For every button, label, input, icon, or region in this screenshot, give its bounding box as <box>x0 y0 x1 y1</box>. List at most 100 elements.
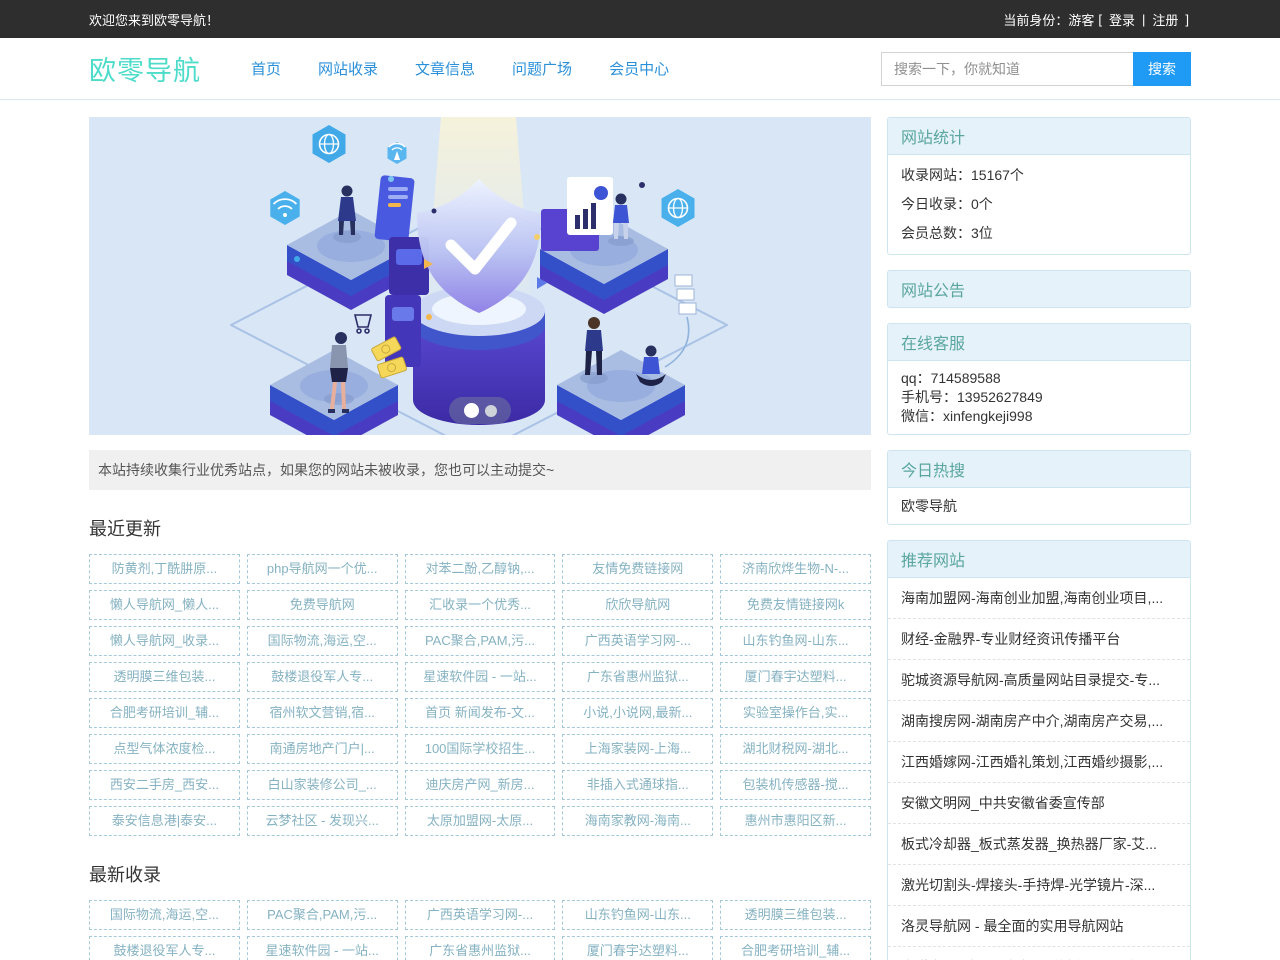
cart-icon <box>355 315 371 333</box>
bracket-close: ] <box>1185 12 1189 27</box>
box-hot-search: 今日热搜 欧零导航 <box>887 450 1191 525</box>
hex-globe-2-icon <box>662 189 695 227</box>
site-link[interactable]: 国际物流,海运,空... <box>89 900 240 930</box>
site-link[interactable]: 欣欣导航网 <box>562 590 713 620</box>
box-site-stats: 网站统计 收录网站：15167个今日收录：0个会员总数：3位 <box>887 117 1191 255</box>
site-link[interactable]: 懒人导航网_懒人... <box>89 590 240 620</box>
site-notice: 本站持续收集行业优秀站点，如果您的网站未被收录，您也可以主动提交~ <box>89 450 871 490</box>
site-link[interactable]: 免费导航网 <box>247 590 398 620</box>
search-bar: 搜索 <box>881 52 1191 86</box>
box-title-service: 在线客服 <box>888 324 1190 361</box>
site-link[interactable]: 宿州软文营销,宿... <box>247 698 398 728</box>
nav-link[interactable]: 文章信息 <box>415 58 475 79</box>
person-with-phone <box>580 317 608 384</box>
site-link[interactable]: 合肥考研培训_辅... <box>720 936 871 960</box>
nav-link[interactable]: 首页 <box>251 58 281 79</box>
recommended-site-link[interactable]: 海南加盟网-海南创业加盟,海南创业项目,... <box>888 578 1190 619</box>
site-link[interactable]: 惠州市惠阳区新... <box>720 806 871 836</box>
recommended-site-link[interactable]: 江西婚嫁网-江西婚礼策划,江西婚纱摄影,... <box>888 742 1190 783</box>
recommended-site-link[interactable]: 安徽文明网_中共安徽省委宣传部 <box>888 783 1190 824</box>
search-input[interactable] <box>881 52 1133 86</box>
recent-updates-grid: 防黄剂,丁酰肼原...php导航网一个优...对苯二酚,乙醇钠,...友情免费链… <box>89 554 871 836</box>
hot-search-link[interactable]: 欧零导航 <box>888 488 1190 524</box>
identity-divider: | <box>1142 12 1145 27</box>
stats-list: 收录网站：15167个今日收录：0个会员总数：3位 <box>888 155 1190 254</box>
contact-line: 微信：xinfengkeji998 <box>901 407 1177 426</box>
site-link[interactable]: 厦门春宇达塑料... <box>562 936 713 960</box>
box-announcement: 网站公告 <box>887 270 1191 308</box>
box-customer-service: 在线客服 qq：714589588手机号：13952627849微信：xinfe… <box>887 323 1191 435</box>
site-link[interactable]: 云梦社区 - 发现兴... <box>247 806 398 836</box>
site-link[interactable]: 南通房地产门户|... <box>247 734 398 764</box>
site-link[interactable]: 鼓楼退役军人专... <box>89 936 240 960</box>
box-recommended: 推荐网站 海南加盟网-海南创业加盟,海南创业项目,...财经-金融界-专业财经资… <box>887 540 1191 960</box>
site-link[interactable]: 首页 新闻发布-文... <box>405 698 556 728</box>
site-link[interactable]: 西安二手房_西安... <box>89 770 240 800</box>
site-link[interactable]: 山东钓鱼网-山东... <box>720 626 871 656</box>
site-link[interactable]: 山东钓鱼网-山东... <box>562 900 713 930</box>
site-link[interactable]: 非插入式通球指... <box>562 770 713 800</box>
recommended-site-link[interactable]: 财经-金融界-专业财经资讯传播平台 <box>888 619 1190 660</box>
site-header: 欧零导航 首页 网站收录 文章信息 问题广场 会员中心 搜索 <box>0 38 1280 100</box>
site-link[interactable]: 海南家教网-海南... <box>562 806 713 836</box>
hex-wifi-icon <box>270 191 299 225</box>
site-link[interactable]: 星速软件园 - 一站... <box>405 662 556 692</box>
site-link[interactable]: 太原加盟网-太原... <box>405 806 556 836</box>
site-link[interactable]: 透明膜三维包装... <box>89 662 240 692</box>
site-link[interactable]: 广东省惠州监狱... <box>562 662 713 692</box>
site-link[interactable]: 防黄剂,丁酰肼原... <box>89 554 240 584</box>
site-link[interactable]: 泰安信息港|泰安... <box>89 806 240 836</box>
section-title-latest: 最新收录 <box>89 861 871 887</box>
site-link[interactable]: 点型气体浓度检... <box>89 734 240 764</box>
site-link[interactable]: 广西英语学习网-... <box>405 900 556 930</box>
site-link[interactable]: 小说,小说网,最新... <box>562 698 713 728</box>
stats-line: 收录网站：15167个 <box>888 161 1190 190</box>
site-link[interactable]: 国际物流,海运,空... <box>247 626 398 656</box>
site-link[interactable]: php导航网一个优... <box>247 554 398 584</box>
site-link[interactable]: 懒人导航网_收录... <box>89 626 240 656</box>
site-link[interactable]: 厦门春宇达塑料... <box>720 662 871 692</box>
site-link[interactable]: 对苯二酚,乙醇钠,... <box>405 554 556 584</box>
recommended-site-link[interactable]: 板式冷却器_板式蒸发器_换热器厂家-艾... <box>888 824 1190 865</box>
login-link[interactable]: 登录 <box>1109 10 1135 29</box>
site-link[interactable]: PAC聚合,PAM,污... <box>247 900 398 930</box>
site-link[interactable]: 广西英语学习网-... <box>562 626 713 656</box>
site-link[interactable]: 上海家装网-上海... <box>562 734 713 764</box>
site-link[interactable]: 合肥考研培训_辅... <box>89 698 240 728</box>
site-link[interactable]: PAC聚合,PAM,污... <box>405 626 556 656</box>
recommended-site-link[interactable]: 驼城资源导航网-高质量网站目录提交-专... <box>888 660 1190 701</box>
site-link[interactable]: 透明膜三维包装... <box>720 900 871 930</box>
nav-link[interactable]: 网站收录 <box>318 58 378 79</box>
register-link[interactable]: 注册 <box>1152 10 1178 29</box>
site-link[interactable]: 友情免费链接网 <box>562 554 713 584</box>
search-button[interactable]: 搜索 <box>1133 52 1191 86</box>
carousel-dot[interactable] <box>485 405 497 417</box>
recommended-list: 海南加盟网-海南创业加盟,海南创业项目,...财经-金融界-专业财经资讯传播平台… <box>888 578 1190 960</box>
hot-search-list: 欧零导航 <box>888 488 1190 524</box>
carousel-dot-active[interactable] <box>464 403 479 418</box>
site-link[interactable]: 汇收录一个优秀... <box>405 590 556 620</box>
hero-carousel <box>89 117 871 435</box>
recommended-site-link[interactable]: 宣讲家网_中国视频智库 传播创新理论 <box>888 947 1190 960</box>
recommended-site-link[interactable]: 洛灵导航网 - 最全面的实用导航网站 <box>888 906 1190 947</box>
recommended-site-link[interactable]: 激光切割头-焊接头-手持焊-光学镜片-深... <box>888 865 1190 906</box>
site-link[interactable]: 免费友情链接网k <box>720 590 871 620</box>
site-link[interactable]: 白山家装修公司_... <box>247 770 398 800</box>
recommended-site-link[interactable]: 湖南搜房网-湖南房产中介,湖南房产交易,... <box>888 701 1190 742</box>
site-link[interactable]: 迪庆房产网_新房... <box>405 770 556 800</box>
site-link[interactable]: 广东省惠州监狱... <box>405 936 556 960</box>
nav-link[interactable]: 问题广场 <box>512 58 572 79</box>
site-link[interactable]: 包装机传感器-搅... <box>720 770 871 800</box>
site-link[interactable]: 星速软件园 - 一站... <box>247 936 398 960</box>
site-link[interactable]: 100国际学校招生... <box>405 734 556 764</box>
site-link[interactable]: 济南欣烨生物-N-... <box>720 554 871 584</box>
site-logo[interactable]: 欧零导航 <box>89 49 201 88</box>
site-link[interactable]: 鼓楼退役军人专... <box>247 662 398 692</box>
main-nav: 首页 网站收录 文章信息 问题广场 会员中心 <box>251 58 669 79</box>
site-link[interactable]: 实验室操作台,实... <box>720 698 871 728</box>
service-contact-list: qq：714589588手机号：13952627849微信：xinfengkej… <box>888 361 1190 434</box>
screen-panel-left <box>385 295 421 367</box>
site-link[interactable]: 湖北财税网-湖北... <box>720 734 871 764</box>
stats-line: 今日收录：0个 <box>888 190 1190 219</box>
nav-link[interactable]: 会员中心 <box>609 58 669 79</box>
